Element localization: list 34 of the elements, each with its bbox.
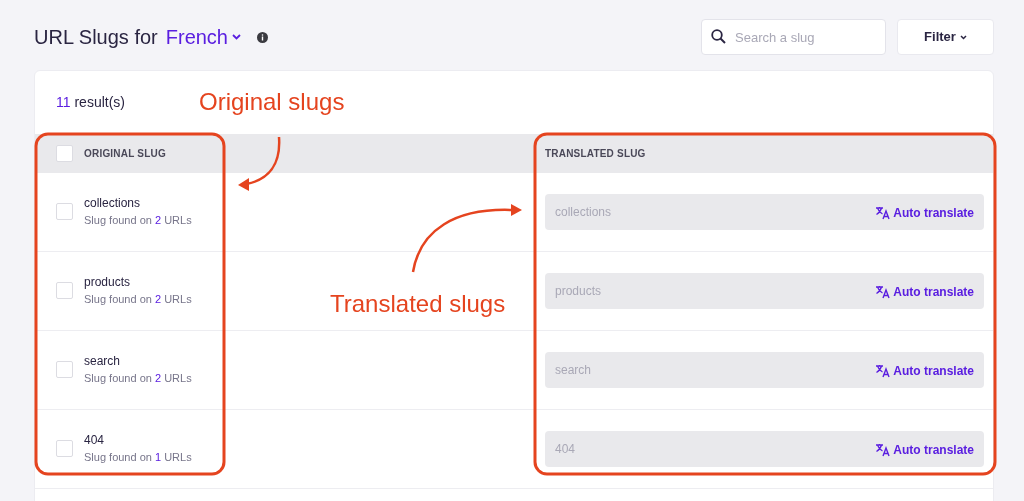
column-header: TRANSLATED SLUG [545,148,646,159]
row-checkbox[interactable] [56,361,73,379]
usage-text: Slug found on 2 URLs [84,213,192,229]
slug-name: collections [84,195,142,213]
annotation-arrow [238,136,281,191]
slug-name: 404 [84,432,106,450]
auto-translate-button[interactable]: Auto translate [875,441,974,459]
column-header: ORIGINAL SLUG [84,147,166,161]
info-icon [257,31,268,43]
auto-translate-button[interactable]: Auto translate [875,204,974,222]
search-field[interactable]: Search a slug [701,19,886,55]
chevron-down-icon [232,34,241,40]
page-title: URL Slugs for [34,25,158,50]
auto-translate-button[interactable]: Auto translate [875,362,974,380]
usage-text: Slug found on 2 URLs [84,371,192,387]
results-count: 11 result(s) [56,93,125,112]
slug-name: search [84,353,122,371]
annotation-label: Original slugs [199,90,345,114]
annotation-label: Translated slugs [330,292,506,316]
usage-text: Slug found on 1 URLs [84,450,192,466]
filter-button[interactable]: Filter [897,19,994,55]
auto-translate-button[interactable]: Auto translate [875,283,974,301]
translate-icon [875,206,891,220]
select-all-checkbox[interactable] [56,145,73,162]
translate-icon [875,364,891,378]
translate-icon [875,443,891,457]
chevron-down-icon [959,34,967,40]
row-checkbox[interactable] [56,203,73,221]
row-checkbox[interactable] [56,440,73,458]
row-checkbox[interactable] [56,282,73,300]
language-dropdown[interactable]: French [165,22,241,52]
translate-icon [875,285,891,299]
slug-name: products [84,274,132,292]
usage-text: Slug found on 2 URLs [84,292,192,308]
